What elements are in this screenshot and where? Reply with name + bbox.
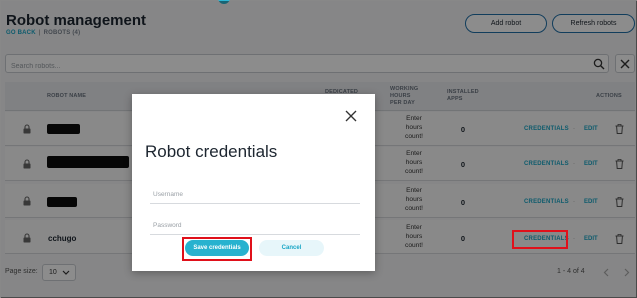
password-field[interactable] (150, 220, 360, 235)
app-window: Robot management GO BACK | ROBOTS (4) Add … (0, 0, 637, 298)
username-field[interactable] (150, 189, 360, 204)
dialog-title: Robot credentials (145, 142, 278, 161)
robot-credentials-dialog: Robot credentials Save credentials Cance… (132, 94, 375, 271)
save-credentials-button[interactable]: Save credentials (185, 240, 249, 256)
cancel-button[interactable]: Cancel (259, 240, 324, 256)
close-icon[interactable] (345, 110, 357, 122)
